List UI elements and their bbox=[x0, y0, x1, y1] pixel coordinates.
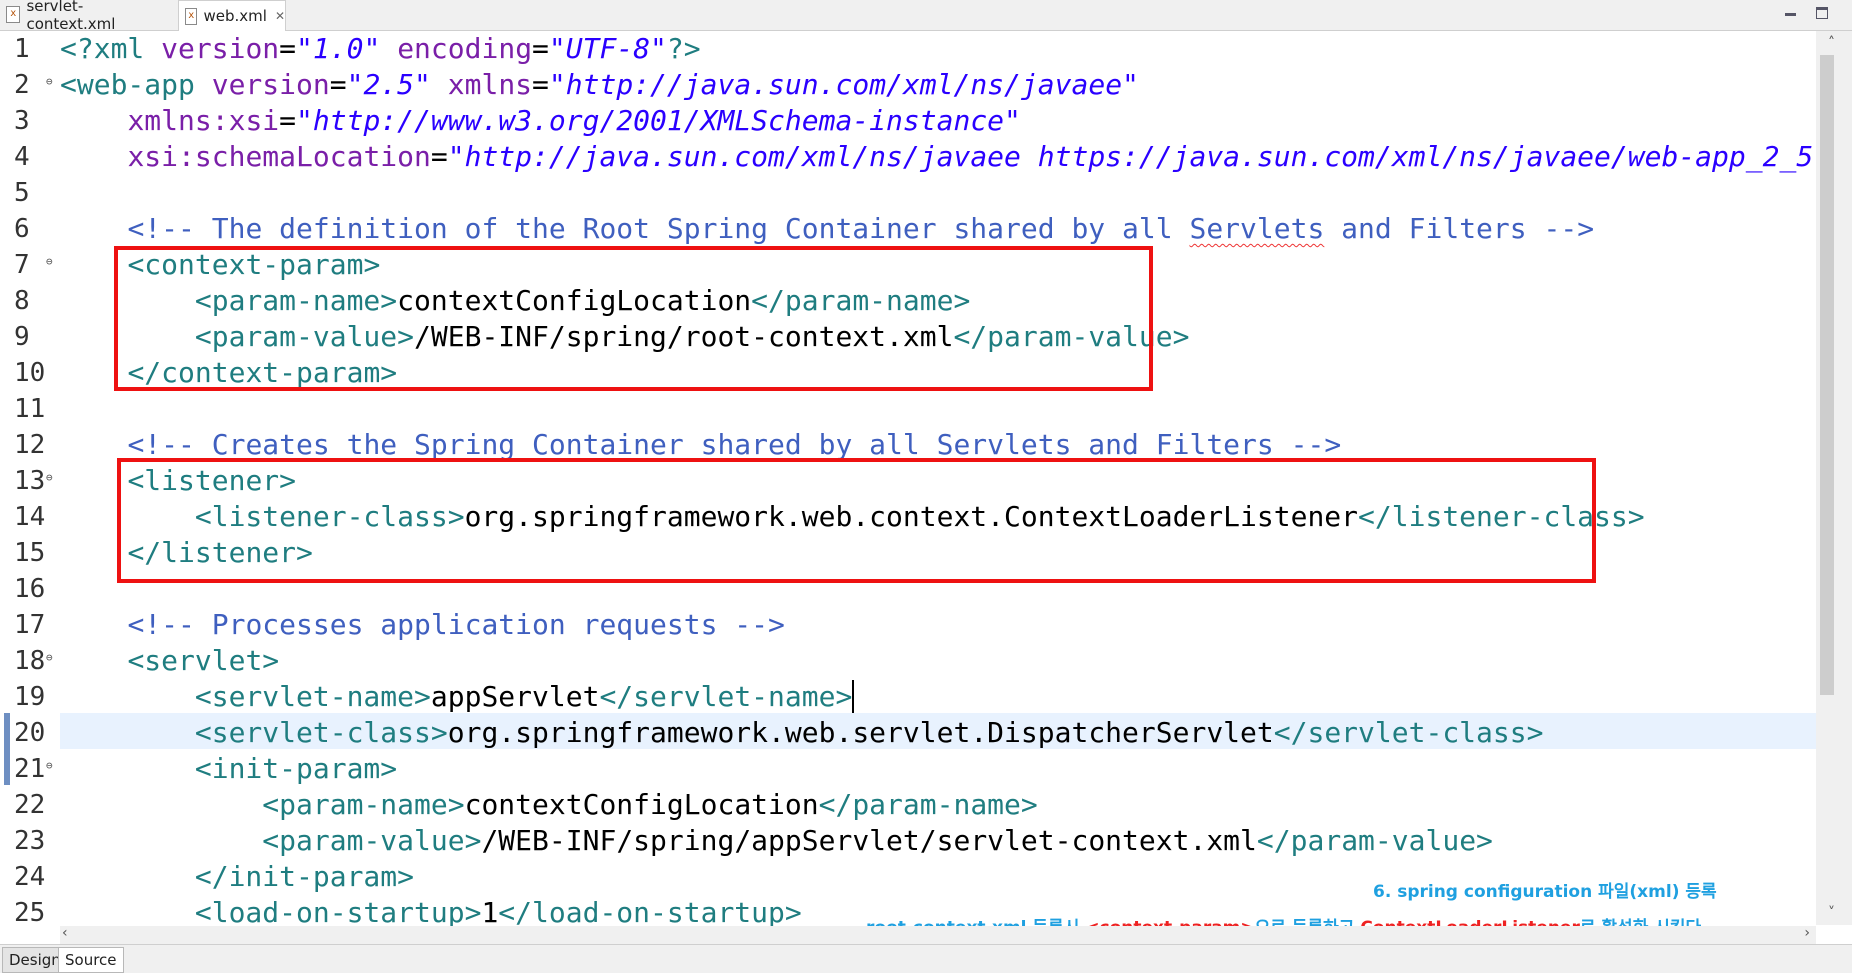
tab-web-xml[interactable]: x web.xml ✕ bbox=[178, 0, 286, 31]
horizontal-scrollbar[interactable]: ‹ › bbox=[60, 925, 1816, 944]
xml-file-icon: x bbox=[185, 7, 198, 25]
vertical-scrollbar[interactable]: ˄ ˅ bbox=[1816, 31, 1852, 925]
tab-source[interactable]: Source bbox=[58, 947, 124, 973]
scroll-left-icon[interactable]: ‹ bbox=[62, 925, 68, 941]
change-marker bbox=[4, 713, 10, 785]
minimize-icon[interactable] bbox=[1784, 5, 1798, 19]
window-controls bbox=[1784, 5, 1828, 19]
scrollbar-thumb[interactable] bbox=[1820, 55, 1834, 695]
scroll-down-icon[interactable]: ˅ bbox=[1828, 905, 1835, 921]
tab-label: web.xml bbox=[203, 7, 267, 25]
annotation-title: 6. spring configuration 파일(xml) 등록 bbox=[1373, 882, 1717, 902]
maximize-icon[interactable] bbox=[1816, 7, 1828, 19]
highlight-box-listener bbox=[117, 458, 1596, 583]
fold-toggle-icon[interactable]: ⊖ bbox=[46, 247, 53, 277]
fold-toggle-icon[interactable]: ⊖ bbox=[46, 67, 53, 97]
editor-tab-bar: x servlet-context.xml x web.xml ✕ bbox=[0, 0, 1852, 33]
highlight-box-context-param bbox=[114, 246, 1153, 391]
fold-toggle-icon[interactable]: ⊖ bbox=[46, 463, 53, 493]
scroll-up-icon[interactable]: ˄ bbox=[1828, 35, 1835, 51]
xml-file-icon: x bbox=[6, 6, 21, 23]
editor-mode-tabs: Design Source bbox=[0, 944, 1852, 973]
close-icon[interactable]: ✕ bbox=[275, 9, 285, 23]
xml-source-editor[interactable]: 1 2 ⊖ 3 4 5 6 7 ⊖ 8 9 10 11 12 13 ⊖ 14 15 1… bbox=[0, 31, 1852, 929]
fold-toggle-icon[interactable]: ⊖ bbox=[46, 751, 53, 781]
tab-label: servlet-context.xml bbox=[26, 0, 116, 33]
fold-toggle-icon[interactable]: ⊖ bbox=[46, 643, 53, 673]
scroll-right-icon[interactable]: › bbox=[1804, 925, 1810, 941]
tab-servlet-context-xml[interactable]: x servlet-context.xml bbox=[6, 0, 166, 33]
